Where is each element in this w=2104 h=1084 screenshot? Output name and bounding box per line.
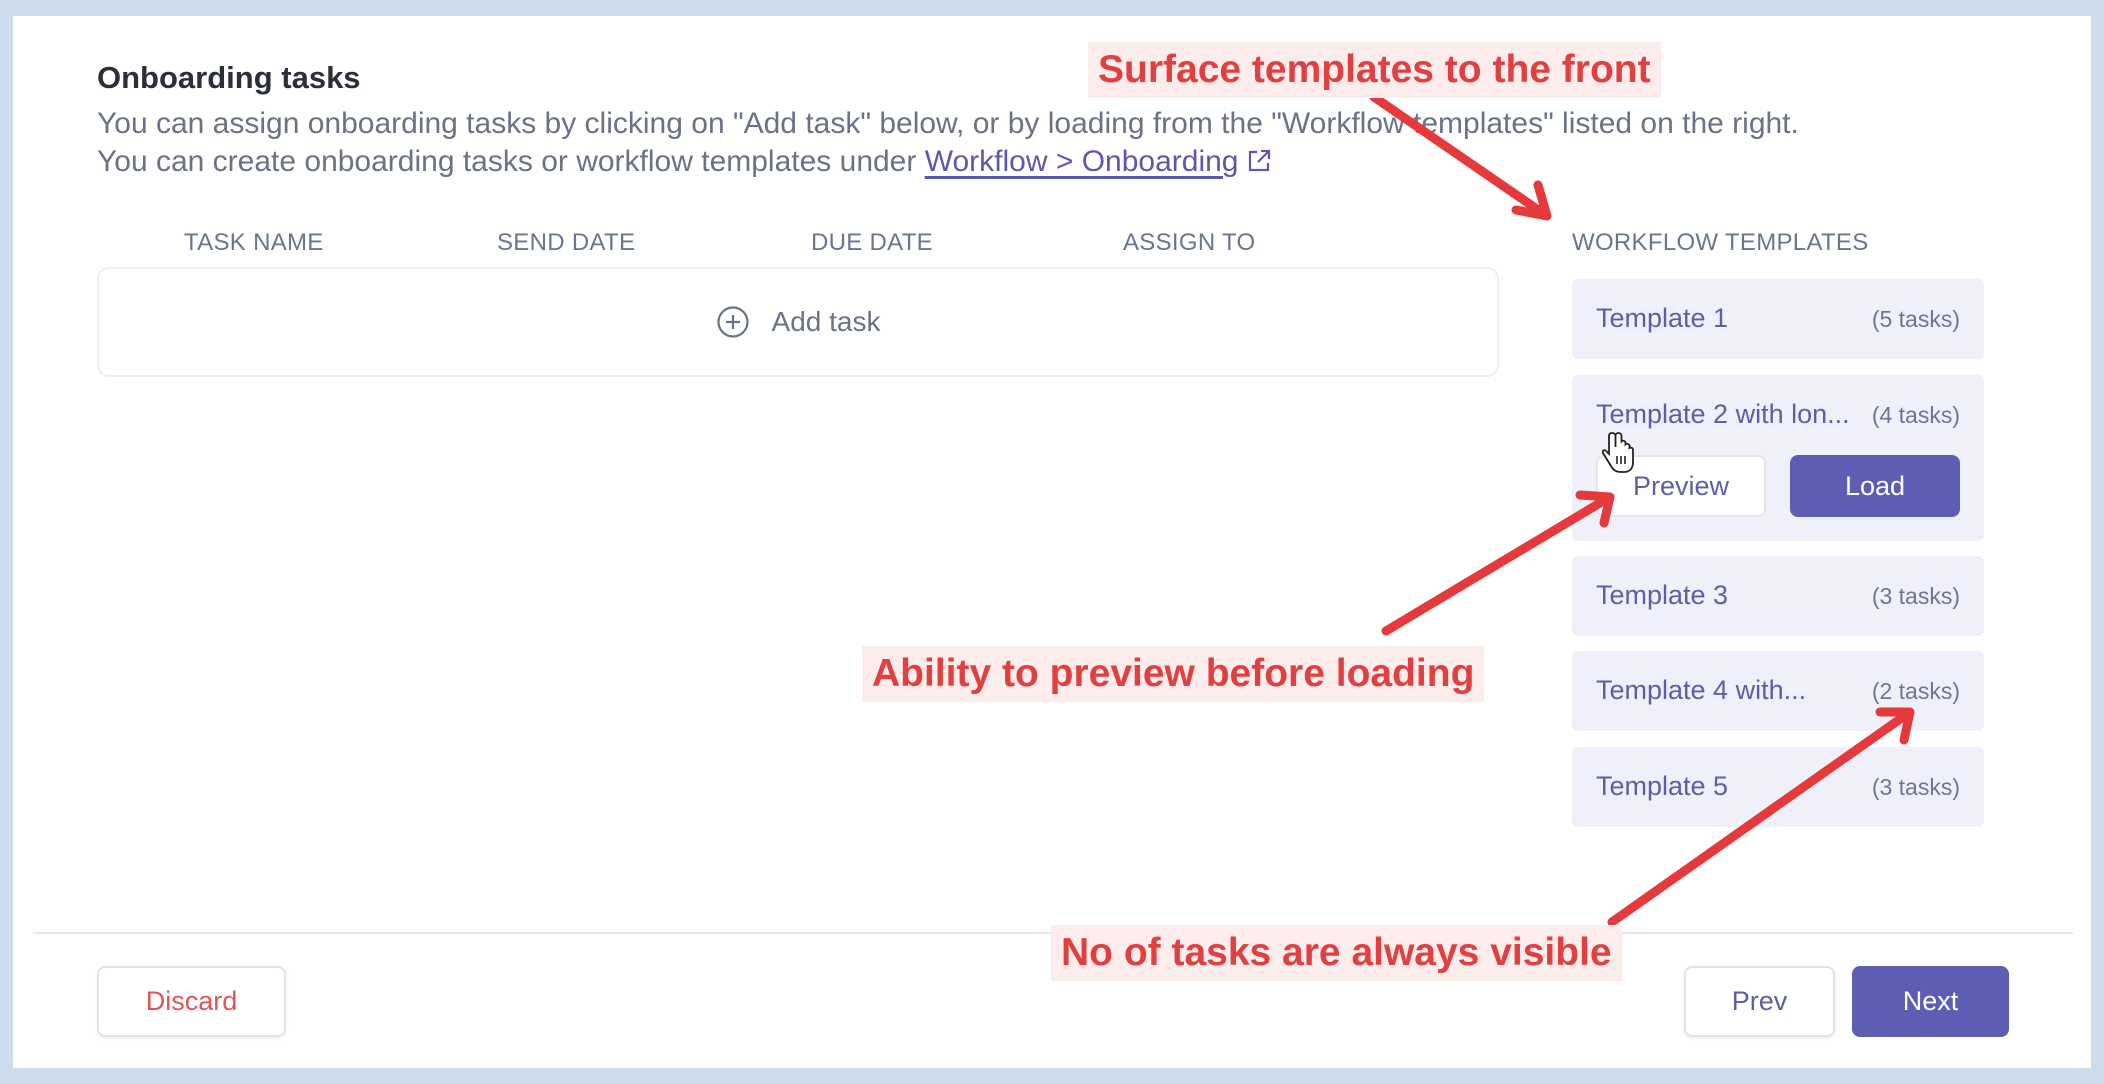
template-task-count: (2 tasks) [1871,678,1960,704]
template-name: Template 1 [1596,303,1729,333]
next-button[interactable]: Next [1852,966,2009,1037]
column-due-date: DUE DATE [811,229,933,256]
template-task-count: (3 tasks) [1871,583,1960,609]
template-task-count: (3 tasks) [1871,774,1960,800]
external-link-icon[interactable] [1246,146,1272,184]
template-item-5[interactable]: Template 5 (3 tasks) [1572,747,1984,827]
column-task-name: TASK NAME [184,229,324,256]
add-task-label: Add task [771,306,881,337]
plus-circle-icon [716,305,750,339]
description-line-1: You can assign onboarding tasks by click… [97,107,1799,140]
description-line-2-text: You can create onboarding tasks or workf… [97,145,925,178]
column-send-date: SEND DATE [497,229,636,256]
prev-button[interactable]: Prev [1684,966,1835,1037]
description-line-2: You can create onboarding tasks or workf… [97,143,1977,184]
column-assign-to: ASSIGN TO [1123,229,1256,256]
template-item-3[interactable]: Template 3 (3 tasks) [1572,556,1984,636]
section-description: You can assign onboarding tasks by click… [97,105,1977,184]
template-task-count: (5 tasks) [1871,306,1960,332]
annotation-task-count: No of tasks are always visible [1051,925,1622,981]
workflow-onboarding-link[interactable]: Workflow > Onboarding [925,145,1239,178]
template-name: Template 2 with lon... [1596,399,1850,429]
template-item-4[interactable]: Template 4 with... (2 tasks) [1572,651,1984,731]
template-name: Template 4 with... [1596,675,1807,705]
template-task-count: (4 tasks) [1871,402,1960,428]
workflow-templates-heading: WORKFLOW TEMPLATES [1572,229,1869,256]
template-name: Template 5 [1596,771,1729,801]
add-task-button[interactable]: Add task [97,267,1499,377]
discard-button[interactable]: Discard [97,966,286,1037]
annotation-preview: Ability to preview before loading [862,646,1485,702]
annotation-surface-templates: Surface templates to the front [1088,42,1661,98]
hand-pointer-icon [1601,430,1636,479]
page-title: Onboarding tasks [97,60,361,95]
load-button[interactable]: Load [1790,455,1960,517]
template-name: Template 3 [1596,580,1729,610]
template-item-1[interactable]: Template 1 (5 tasks) [1572,279,1984,359]
